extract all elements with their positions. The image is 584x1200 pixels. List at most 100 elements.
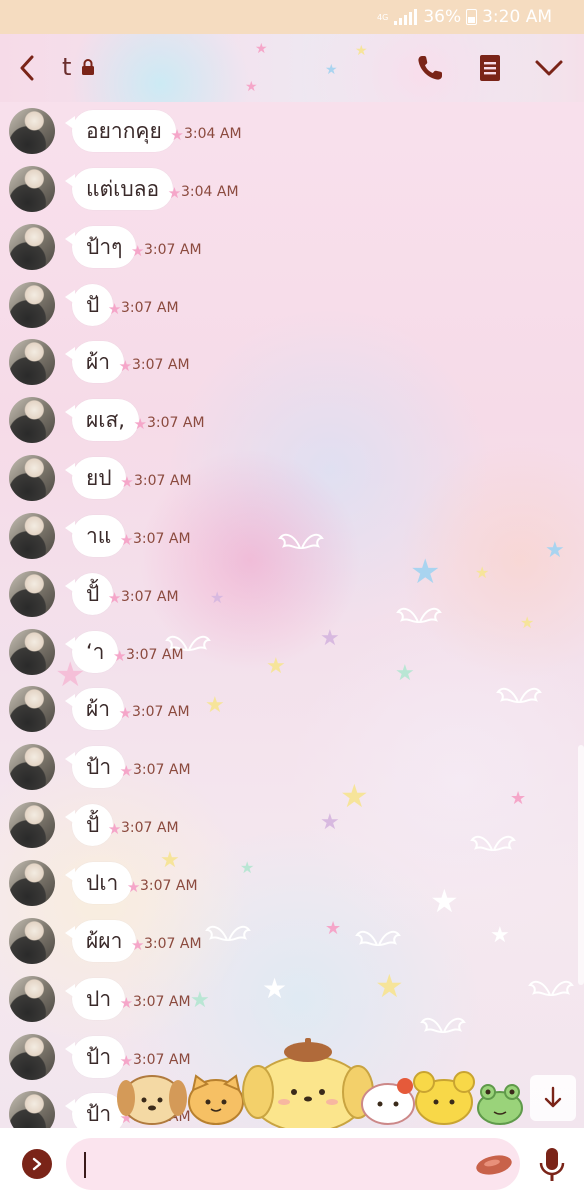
message-bubble[interactable]: แต่เบลอ ★ xyxy=(64,167,181,210)
message-time: 3:07 AM xyxy=(144,241,202,258)
chevron-down-icon[interactable] xyxy=(532,51,566,85)
message-row: ป้า ★3:07 AM xyxy=(0,738,584,796)
message-bubble[interactable]: ป้าๆ ★ xyxy=(64,225,144,268)
avatar[interactable] xyxy=(9,744,55,791)
star-decoration: ★ xyxy=(130,935,145,954)
star-decoration: ★ xyxy=(107,588,122,607)
message-text: ปา xyxy=(86,986,112,1011)
star-decoration: ★ xyxy=(118,357,133,376)
message-time: 3:07 AM xyxy=(121,820,179,837)
avatar[interactable] xyxy=(9,1033,55,1080)
message-time: 3:07 AM xyxy=(134,473,192,490)
message-row: ผเส, ★ 3:07 AM xyxy=(0,391,584,449)
message-list[interactable]: อยากคุย ★ 3:04 AM แต่เบลอ ★ 3:04 AM ป้าๆ ★ 3:07 … xyxy=(0,102,584,1128)
message-text: ป้าๆ xyxy=(86,234,123,259)
message-bubble[interactable]: อยากคุย ★ xyxy=(65,110,184,152)
message-bubble[interactable]: ปั้ ★ xyxy=(64,572,121,615)
message-time: 3:07 AM xyxy=(126,646,184,663)
message-input-bar xyxy=(0,1128,584,1200)
message-bubble[interactable]: ʻา ★ xyxy=(64,630,126,673)
avatar[interactable] xyxy=(9,339,55,386)
star-decoration: ★ xyxy=(325,62,338,78)
status-time: 3:20 AM xyxy=(482,7,552,27)
message-text: ปเา xyxy=(86,870,119,895)
star-decoration: ★ xyxy=(255,41,268,57)
star-decoration: ★ xyxy=(130,241,145,260)
sticker-button[interactable] xyxy=(473,1150,515,1178)
message-text: ป้า xyxy=(86,1102,112,1127)
avatar[interactable] xyxy=(9,165,55,212)
message-text: ผเส, xyxy=(86,408,125,433)
chat-title[interactable]: t xyxy=(62,53,71,81)
star-decoration: ★ xyxy=(170,126,184,144)
message-time: 3:04 AM xyxy=(181,183,239,200)
message-bubble[interactable]: ปั้ ★ xyxy=(64,804,121,847)
avatar[interactable] xyxy=(9,917,55,964)
message-text: อยากคุย xyxy=(86,119,162,143)
avatar[interactable] xyxy=(9,686,55,733)
message-time: 3:07 AM xyxy=(132,704,190,721)
avatar[interactable] xyxy=(9,397,55,444)
star-decoration: ★ xyxy=(119,993,134,1012)
message-input[interactable] xyxy=(66,1138,520,1190)
star-decoration: ★ xyxy=(133,415,147,434)
message-time: 3:07 AM xyxy=(133,530,191,547)
message-bubble[interactable]: ผเส, ★ xyxy=(65,399,147,442)
scroll-to-bottom-button[interactable] xyxy=(530,1075,576,1121)
message-time: 3:07 AM xyxy=(147,415,205,432)
message-bubble[interactable]: ยป ★ xyxy=(65,457,134,500)
star-decoration: ★ xyxy=(355,43,368,59)
message-text: ปั้ xyxy=(86,581,100,606)
chat-header: t xyxy=(0,34,584,102)
message-bubble[interactable]: ผ้า ★ xyxy=(64,688,132,731)
notes-icon[interactable] xyxy=(473,51,507,85)
message-bubble[interactable]: ปา ★ xyxy=(64,977,133,1020)
star-decoration: ★ xyxy=(118,704,133,723)
battery-icon xyxy=(466,9,478,25)
avatar[interactable] xyxy=(9,512,55,559)
avatar[interactable] xyxy=(9,281,55,328)
network-indicator: 4G xyxy=(377,12,389,22)
expand-menu-button[interactable] xyxy=(22,1149,52,1179)
message-bubble[interactable]: ปั ★ xyxy=(64,283,121,326)
message-text: ปั้ xyxy=(86,813,100,838)
star-decoration: ★ xyxy=(245,79,258,95)
phone-icon[interactable] xyxy=(413,51,447,85)
back-arrow-icon[interactable] xyxy=(10,51,44,85)
message-bubble[interactable]: ปเา ★ xyxy=(64,861,140,904)
avatar[interactable] xyxy=(9,628,55,675)
message-text: าแ xyxy=(86,523,112,548)
sticker-icon xyxy=(476,1155,512,1175)
avatar[interactable] xyxy=(9,1091,55,1128)
message-bubble[interactable]: ผ้า ★ xyxy=(64,341,132,384)
message-row: ʻา ★ 3:07 AM xyxy=(0,623,584,681)
avatar[interactable] xyxy=(9,223,55,270)
star-decoration: ★ xyxy=(119,762,134,781)
avatar[interactable] xyxy=(9,859,55,906)
avatar[interactable] xyxy=(9,570,55,617)
message-row: ผ้า ★ 3:07 AM xyxy=(0,680,584,738)
avatar[interactable] xyxy=(9,455,55,502)
message-bubble[interactable]: าแ ★ xyxy=(64,514,133,557)
star-decoration: ★ xyxy=(107,299,122,318)
microphone-button[interactable] xyxy=(536,1146,568,1184)
message-row: ปเา ★ 3:07 AM xyxy=(0,854,584,912)
message-text: ผ้า xyxy=(86,350,111,375)
avatar[interactable] xyxy=(9,975,55,1022)
message-time: 3:07 AM xyxy=(121,299,179,316)
message-text: ʻา xyxy=(86,639,105,664)
message-row: ผ้า ★ 3:07 AM xyxy=(0,333,584,391)
avatar[interactable] xyxy=(9,108,55,154)
message-row: อยากคุย ★ 3:04 AM xyxy=(0,102,584,160)
message-text: ยป xyxy=(86,466,112,491)
message-bubble[interactable]: ผ้ผา ★ xyxy=(64,919,144,962)
message-text: ป้า xyxy=(86,1044,112,1069)
star-decoration: ★ xyxy=(120,473,134,492)
arrow-down-icon xyxy=(544,1086,562,1108)
star-decoration: ★ xyxy=(107,820,122,839)
message-text: ป้า xyxy=(86,755,112,780)
microphone-icon xyxy=(539,1148,565,1181)
avatar[interactable] xyxy=(9,802,55,849)
message-bubble[interactable]: ป้า ★ xyxy=(64,746,133,789)
message-time: 3:07 AM xyxy=(140,877,198,894)
